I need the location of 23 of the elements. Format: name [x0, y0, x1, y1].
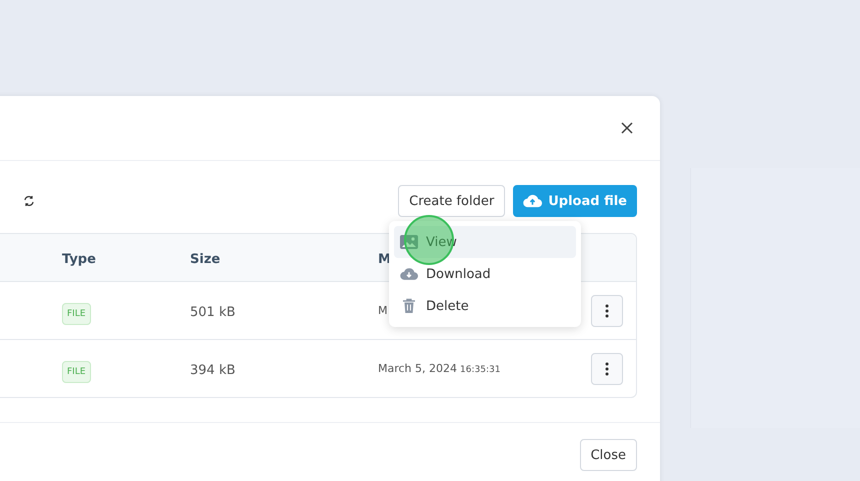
time-text: 16:35:31	[460, 365, 500, 375]
close-button[interactable]: Close	[580, 439, 637, 471]
kebab-icon	[605, 304, 609, 318]
date-text: March 5, 2024	[378, 362, 458, 375]
more-button[interactable]	[591, 352, 623, 384]
create-folder-button[interactable]: Create folder	[398, 185, 506, 217]
table-cell: 501 kB	[190, 305, 236, 320]
column-header: Type	[62, 252, 96, 267]
cloud-download-icon	[400, 267, 418, 281]
menu-item[interactable]: Delete	[394, 290, 576, 322]
close-icon[interactable]	[621, 122, 633, 134]
file-type-badge: FILE	[62, 303, 91, 325]
cloud-upload-icon	[523, 194, 542, 208]
table-cell: 394 kB	[190, 363, 236, 378]
trash-icon	[400, 298, 418, 314]
more-button[interactable]	[591, 294, 623, 326]
menu-item[interactable]: Download	[394, 258, 576, 290]
kebab-icon	[605, 362, 609, 376]
column-header: Size	[190, 252, 220, 267]
date-text: M	[378, 304, 388, 317]
image-icon	[400, 235, 418, 249]
refresh-icon[interactable]	[23, 195, 35, 207]
file-type-badge: FILE	[62, 361, 91, 383]
